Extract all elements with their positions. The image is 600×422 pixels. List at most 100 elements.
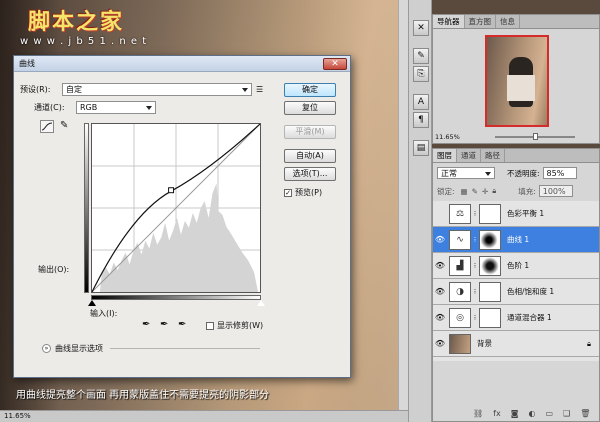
- preview-label: 预览(P): [295, 188, 323, 197]
- curve-point-tool-icon[interactable]: [40, 120, 54, 133]
- layer-row[interactable]: 👁︎ ▟ ⁝ 色阶 1: [433, 253, 599, 279]
- navigator-zoom-value[interactable]: 11.65%: [435, 133, 460, 141]
- lock-row: 锁定: ▦ ✎ ✛ 🔒︎ 填充: 100%: [437, 185, 573, 197]
- options-button[interactable]: 选项(T)...: [284, 167, 336, 181]
- show-clipping-checkbox[interactable]: [206, 321, 214, 330]
- layer-row[interactable]: 👁︎ ◑ ⁝ 色相/饱和度 1: [433, 279, 599, 305]
- tab-paths[interactable]: 路径: [481, 149, 505, 162]
- expand-chevron-icon[interactable]: »: [42, 344, 51, 353]
- layer-row[interactable]: 👁︎ ◎ ⁝ 通道混合器 1: [433, 305, 599, 331]
- mask-link-icon[interactable]: ⁝: [471, 262, 479, 270]
- layers-footer: ⛓︎ fx ◙ ◐ ▭ ❑ 🗑︎: [473, 409, 590, 418]
- navigator-panel: 导航器 直方图 信息 11.65%: [432, 14, 600, 144]
- visibility-eye-icon[interactable]: 👁︎: [433, 235, 447, 244]
- divider: [110, 348, 260, 349]
- tutorial-caption: 用曲线提亮整个画面 再用蒙版盖住不需要提亮的阴影部分: [16, 390, 270, 401]
- auto-button[interactable]: 自动(A): [284, 149, 336, 163]
- mask-link-icon[interactable]: ⁝: [471, 314, 479, 322]
- dialog-titlebar[interactable]: 曲线 ✕: [14, 56, 350, 72]
- lock-transparent-icon[interactable]: ▦: [461, 187, 468, 196]
- lock-position-icon[interactable]: ✛: [482, 187, 488, 196]
- visibility-eye-icon[interactable]: 👁︎: [433, 287, 447, 296]
- curves-graph[interactable]: [91, 123, 261, 293]
- tab-info[interactable]: 信息: [496, 15, 520, 28]
- pencil-tool-icon[interactable]: ✎: [60, 120, 68, 131]
- character-icon[interactable]: A: [413, 94, 429, 110]
- tab-navigator[interactable]: 导航器: [433, 15, 465, 28]
- lock-label: 锁定:: [437, 186, 455, 196]
- lock-all-icon[interactable]: 🔒︎: [492, 186, 496, 196]
- canvas-vertical-scrollbar[interactable]: [398, 0, 408, 410]
- display-options-row[interactable]: » 曲线显示选项: [42, 343, 103, 354]
- mask-link-icon[interactable]: ⁝: [471, 288, 479, 296]
- ok-button[interactable]: 确定: [284, 83, 336, 97]
- curves-dialog: 曲线 ✕ 预设(R): 自定 ☰ 通道(C): RGB ✎ 输出(O): 输入(…: [13, 55, 351, 378]
- layer-name: 背景: [477, 339, 492, 348]
- smooth-button[interactable]: 平滑(M): [284, 125, 336, 139]
- preview-checkbox[interactable]: ✓: [284, 188, 292, 197]
- display-options-label: 曲线显示选项: [55, 344, 103, 353]
- preset-select[interactable]: 自定: [62, 83, 252, 96]
- panel-icon-strip: ✕ ✎ ⎘ A ¶ ▤: [408, 0, 432, 422]
- layer-row[interactable]: ⚖ ⁝ 色彩平衡 1: [433, 201, 599, 227]
- group-icon[interactable]: ▭: [545, 409, 553, 418]
- tab-channels[interactable]: 通道: [457, 149, 481, 162]
- layer-name: 色彩平衡 1: [507, 209, 545, 218]
- layer-mask-thumbnail[interactable]: [479, 255, 501, 276]
- paragraph-icon[interactable]: ¶: [413, 112, 429, 128]
- black-point-slider[interactable]: [88, 300, 96, 306]
- navigator-thumbnail[interactable]: [485, 35, 549, 127]
- tools-icon[interactable]: ✕: [413, 20, 429, 36]
- black-eyedropper-icon[interactable]: ✒: [142, 319, 150, 330]
- reset-button[interactable]: 复位: [284, 101, 336, 115]
- gray-eyedropper-icon[interactable]: ✒: [160, 319, 168, 330]
- delete-layer-icon[interactable]: 🗑︎: [580, 409, 590, 418]
- white-point-slider[interactable]: [257, 300, 265, 306]
- visibility-eye-icon[interactable]: 👁︎: [433, 339, 447, 348]
- opacity-value: 85%: [546, 169, 565, 178]
- mask-link-icon[interactable]: ⁝: [471, 236, 479, 244]
- brush-presets-icon[interactable]: ✎: [413, 48, 429, 64]
- visibility-eye-icon[interactable]: 👁︎: [433, 261, 447, 270]
- preview-row[interactable]: ✓ 预览(P): [284, 187, 322, 198]
- balance-icon: ⚖: [449, 203, 471, 224]
- watermark-url: w w w . j b 5 1 . n e t: [20, 36, 148, 47]
- preset-options-icon[interactable]: ☰: [256, 85, 263, 94]
- zoom-slider-thumb[interactable]: [533, 133, 538, 140]
- navigator-tabs: 导航器 直方图 信息: [433, 15, 599, 29]
- fill-input[interactable]: 100%: [538, 185, 573, 197]
- layer-list: ⚖ ⁝ 色彩平衡 1 👁︎ ∿ ⁝ 曲线 1 👁︎ ▟ ⁝ 色阶 1 👁︎ ◑ ⁝ 色相/饱和度 1 👁︎ ◎ ⁝…: [433, 201, 599, 361]
- visibility-eye-icon[interactable]: 👁︎: [433, 313, 447, 322]
- background-thumbnail: [449, 333, 471, 354]
- layer-name: 曲线 1: [507, 235, 530, 244]
- layer-mask-thumbnail[interactable]: [479, 281, 501, 302]
- layer-comps-icon[interactable]: ▤: [413, 140, 429, 156]
- tab-histogram[interactable]: 直方图: [465, 15, 496, 28]
- new-layer-icon[interactable]: ❑: [563, 409, 570, 418]
- output-gradient-bar: [84, 123, 89, 293]
- tab-layers[interactable]: 图层: [433, 149, 457, 162]
- clone-source-icon[interactable]: ⎘: [413, 66, 429, 82]
- blend-row: 正常 不透明度: 85%: [437, 167, 577, 179]
- show-clipping-row[interactable]: 显示修剪(W): [206, 320, 263, 331]
- adjustment-layer-icon[interactable]: ◐: [528, 409, 535, 418]
- channel-select[interactable]: RGB: [76, 101, 156, 114]
- layer-row[interactable]: 👁︎ 背景 🔒︎: [433, 331, 599, 357]
- layer-mask-thumbnail[interactable]: [479, 203, 501, 224]
- fill-label: 填充:: [518, 186, 536, 196]
- layer-row[interactable]: 👁︎ ∿ ⁝ 曲线 1: [433, 227, 599, 253]
- blend-mode-select[interactable]: 正常: [437, 167, 495, 179]
- lock-pixels-icon[interactable]: ✎: [472, 187, 478, 196]
- close-icon[interactable]: ✕: [323, 58, 347, 70]
- layer-style-icon[interactable]: fx: [493, 409, 501, 418]
- preset-row: 预设(R): 自定 ☰: [20, 83, 263, 96]
- white-eyedropper-icon[interactable]: ✒: [178, 319, 186, 330]
- layer-mask-thumbnail[interactable]: [479, 307, 501, 328]
- opacity-input[interactable]: 85%: [542, 167, 577, 179]
- layer-mask-thumbnail[interactable]: [479, 229, 501, 250]
- dialog-title: 曲线: [19, 59, 35, 68]
- fill-value: 100%: [542, 187, 566, 196]
- mask-link-icon[interactable]: ⁝: [471, 210, 479, 218]
- add-mask-icon[interactable]: ◙: [511, 409, 519, 418]
- link-layers-icon[interactable]: ⛓︎: [473, 409, 483, 418]
